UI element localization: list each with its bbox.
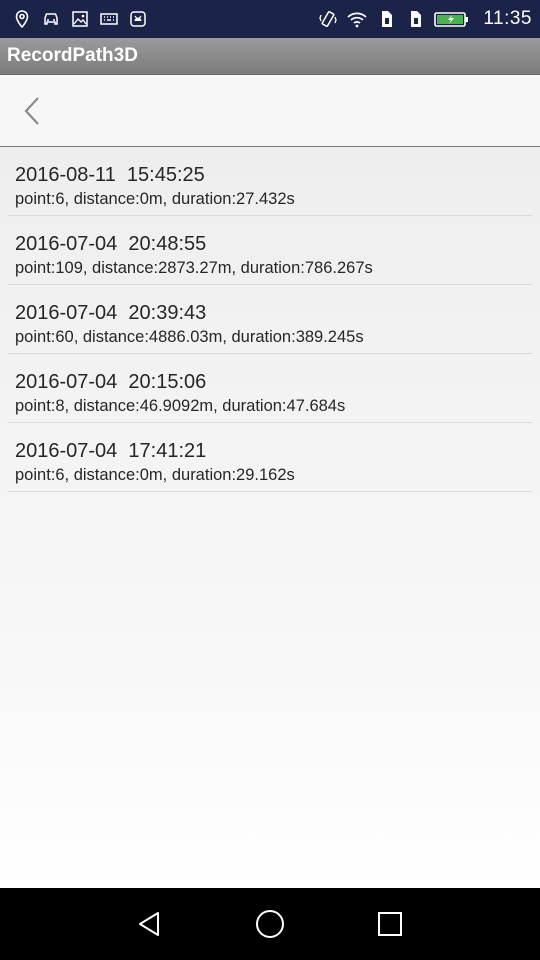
battery-charging-icon [434,9,470,29]
record-item[interactable]: 2016-07-04 20:48:55 point:109, distance:… [8,216,532,285]
record-time: 2016-07-04 20:39:43 [15,302,207,324]
status-clock: 11:35 [483,8,532,29]
record-item[interactable]: 2016-07-04 20:39:43 point:60, distance:4… [8,285,532,354]
record-time: 2016-07-04 17:41:21 [15,440,207,462]
back-button[interactable] [12,91,52,131]
status-bar: 11:35 [0,0,540,38]
record-info: point:6, distance:0m, duration:27.432s [15,190,295,208]
record-info: point:6, distance:0m, duration:29.162s [15,466,295,484]
vibrate-icon [318,9,338,29]
record-item[interactable]: 2016-08-11 15:45:25 point:6, distance:0m… [8,147,532,216]
android-debug-icon [128,9,148,29]
image-icon [70,9,90,29]
record-info: point:8, distance:46.9092m, duration:47.… [15,397,346,415]
sim1-icon [376,9,396,29]
sim2-icon [405,9,425,29]
status-left-icons [12,9,148,29]
location-icon [12,9,32,29]
toolbar [0,75,540,147]
keyboard-icon [99,9,119,29]
nav-back-button[interactable] [120,894,180,954]
nav-home-icon [256,910,284,938]
chevron-left-icon [24,97,39,125]
record-list-container: 2016-08-11 15:45:25 point:6, distance:0m… [0,147,540,888]
nav-recent-button[interactable] [360,894,420,954]
record-info: point:60, distance:4886.03m, duration:38… [15,328,364,346]
nav-home-button[interactable] [240,894,300,954]
record-time: 2016-07-04 20:15:06 [15,371,207,393]
car-icon [41,9,61,29]
record-list: 2016-08-11 15:45:25 point:6, distance:0m… [0,147,540,492]
record-item[interactable]: 2016-07-04 17:41:21 point:6, distance:0m… [8,423,532,492]
record-time: 2016-08-11 15:45:25 [15,164,205,186]
app-title: RecordPath3D [7,45,138,66]
nav-back-icon [139,912,159,936]
record-info: point:109, distance:2873.27m, duration:7… [15,259,373,277]
nav-recent-icon [378,912,402,936]
status-right-icons: 11:35 [318,8,532,30]
record-item[interactable]: 2016-07-04 20:15:06 point:8, distance:46… [8,354,532,423]
system-nav-bar [0,888,540,960]
record-time: 2016-07-04 20:48:55 [15,233,207,255]
wifi-icon [347,9,367,29]
app-title-bar: RecordPath3D [0,38,540,75]
